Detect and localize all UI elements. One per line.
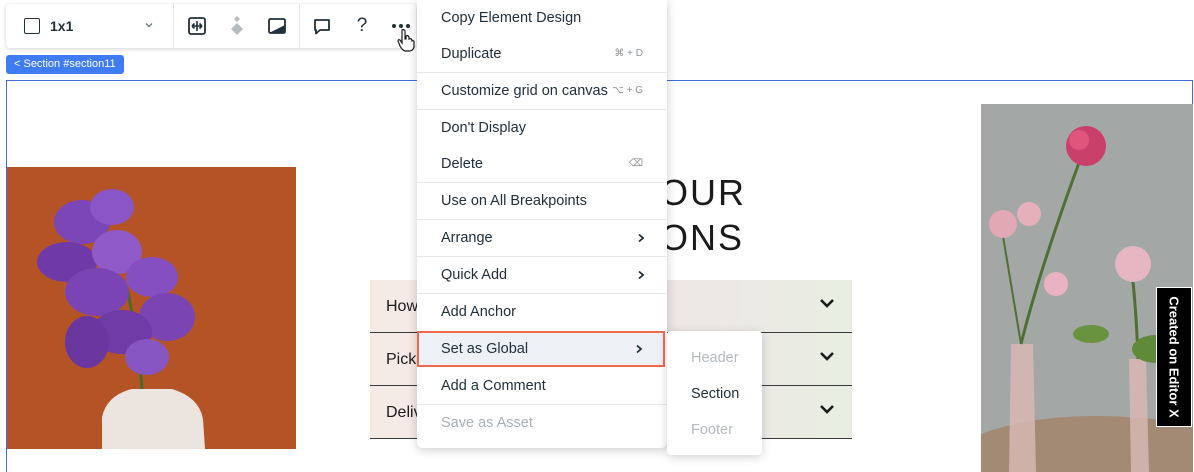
submenu-item-section[interactable]: Section	[691, 386, 739, 402]
chevron-down-icon	[145, 23, 153, 28]
chevron-down-icon[interactable]	[818, 400, 836, 418]
menu-item-add-anchor[interactable]: Add Anchor	[417, 294, 667, 330]
menu-item-use-on-all-breakpoints[interactable]: Use on All Breakpoints	[417, 183, 667, 219]
menu-item-label: Add a Comment	[441, 378, 546, 394]
heading-line-2: ONS	[660, 217, 745, 258]
backspace-icon: ⌫	[628, 158, 643, 169]
menu-item-label: Customize grid on canvas	[441, 83, 608, 99]
element-toolbar: 1x1 ?	[6, 4, 416, 48]
shortcut-hint: ⌘ + D	[614, 48, 643, 59]
menu-item-add-a-comment[interactable]: Add a Comment	[417, 368, 667, 404]
menu-item-delete[interactable]: Delete ⌫	[417, 146, 667, 182]
menu-item-quick-add[interactable]: Quick Add	[417, 257, 667, 293]
faq-question: Pick	[386, 351, 417, 368]
chevron-down-icon[interactable]	[818, 347, 836, 365]
stretch-button[interactable]	[185, 14, 209, 38]
heading-line-1: OUR	[660, 172, 746, 213]
hand-cursor-icon	[397, 29, 415, 52]
layout-dropdown[interactable]: 1x1	[6, 4, 174, 48]
help-button[interactable]: ?	[350, 14, 374, 38]
badge-label: Created on Editor X	[1166, 296, 1182, 418]
comment-button[interactable]	[310, 14, 334, 38]
chevron-down-icon[interactable]	[818, 294, 836, 312]
orchid-image[interactable]	[7, 167, 296, 449]
layout-square-icon	[24, 18, 40, 34]
menu-item-dont-display[interactable]: Don't Display	[417, 110, 667, 146]
chevron-right-icon	[638, 233, 645, 243]
menu-item-arrange[interactable]: Arrange	[417, 220, 667, 256]
chevron-right-icon	[638, 270, 645, 280]
menu-item-label: Add Anchor	[441, 304, 516, 320]
help-icon: ?	[356, 15, 368, 36]
anchor-diamond-icon	[231, 16, 243, 35]
menu-item-label: Copy Element Design	[441, 10, 582, 26]
docking-button[interactable]	[225, 14, 249, 38]
menu-item-label: Save as Asset	[441, 415, 533, 431]
breadcrumb[interactable]: < Section #section11	[6, 55, 124, 74]
section-heading[interactable]: OUR ONS	[660, 170, 746, 260]
submenu-item-footer: Footer	[691, 422, 733, 438]
faq-question: How	[386, 298, 419, 315]
comment-icon	[314, 19, 330, 35]
menu-item-copy-element-design[interactable]: Copy Element Design	[417, 0, 667, 36]
background-button[interactable]	[265, 14, 289, 38]
menu-item-label: Arrange	[441, 230, 493, 246]
chevron-right-icon	[636, 344, 643, 354]
shortcut-hint: ⌥ + G	[612, 85, 643, 96]
menu-item-set-as-global[interactable]: Set as Global	[417, 331, 665, 367]
menu-item-label: Set as Global	[441, 341, 529, 357]
menu-item-label: Don't Display	[441, 120, 526, 136]
orchid-illustration	[7, 167, 296, 449]
menu-item-label: Delete	[441, 156, 483, 172]
menu-item-save-as-asset: Save as Asset	[417, 405, 667, 441]
menu-item-label: Quick Add	[441, 267, 508, 283]
toolbar-divider	[299, 4, 300, 48]
menu-item-duplicate[interactable]: Duplicate ⌘ + D	[417, 36, 667, 72]
set-as-global-submenu: Header Section Footer	[667, 331, 762, 455]
layout-label: 1x1	[50, 18, 74, 34]
context-menu: Copy Element Design Duplicate ⌘ + D Cust…	[417, 0, 667, 448]
created-on-editor-x-badge[interactable]: Created on Editor X	[1156, 287, 1192, 427]
menu-item-customize-grid[interactable]: Customize grid on canvas ⌥ + G	[417, 73, 667, 109]
menu-item-label: Use on All Breakpoints	[441, 193, 587, 209]
submenu-item-header: Header	[691, 350, 739, 366]
menu-item-label: Duplicate	[441, 46, 502, 62]
stretch-icon	[188, 17, 206, 35]
background-icon	[268, 18, 286, 34]
